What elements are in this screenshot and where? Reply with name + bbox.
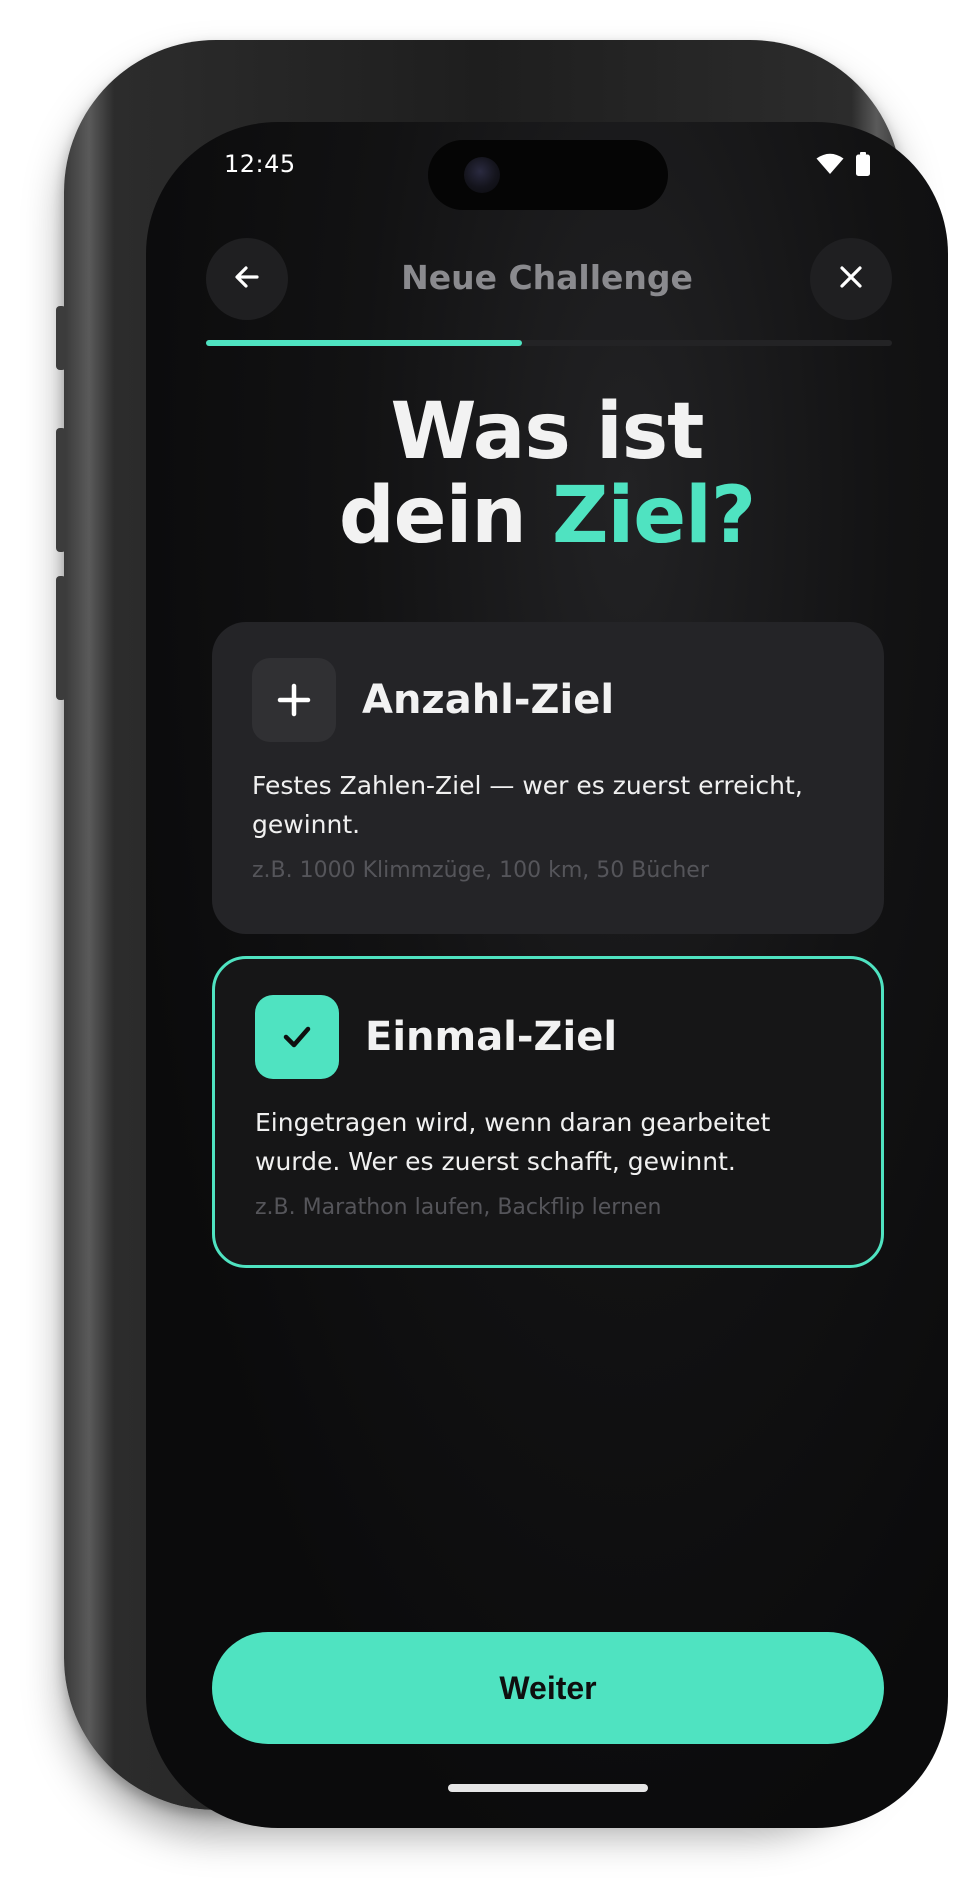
option-description: Festes Zahlen-Ziel — wer es zuerst errei…: [252, 771, 803, 839]
app-screen: 12:45 Neue Challenge Was ist dein Ziel? …: [146, 122, 948, 1828]
status-time: 12:45: [224, 150, 296, 178]
front-camera: [464, 157, 500, 193]
arrow-left-icon: [232, 262, 262, 296]
home-indicator[interactable]: [448, 1784, 648, 1792]
wifi-icon: [816, 153, 844, 179]
page-title: Neue Challenge: [401, 258, 693, 297]
status-icons: [816, 152, 870, 180]
option-card-einmal-ziel[interactable]: Einmal-Ziel Eingetragen wird, wenn daran…: [212, 956, 884, 1268]
dynamic-island: [428, 140, 668, 210]
volume-down-button: [56, 576, 66, 700]
close-button[interactable]: [810, 238, 892, 320]
option-title: Anzahl-Ziel: [362, 677, 615, 723]
progress-fill: [206, 340, 522, 346]
continue-button[interactable]: Weiter: [212, 1632, 884, 1744]
option-header: Einmal-Ziel: [255, 995, 841, 1079]
plus-icon: [252, 658, 336, 742]
headline: Was ist dein Ziel?: [146, 390, 948, 558]
action-button: [56, 306, 66, 370]
volume-up-button: [56, 428, 66, 552]
option-example: z.B. Marathon laufen, Backflip lernen: [255, 1195, 662, 1220]
phone-frame: 12:45 Neue Challenge Was ist dein Ziel? …: [56, 40, 948, 1828]
option-description: Eingetragen wird, wenn daran gearbeitet …: [255, 1108, 771, 1176]
close-icon: [838, 264, 864, 294]
option-title: Einmal-Ziel: [365, 1014, 618, 1060]
back-button[interactable]: [206, 238, 288, 320]
headline-accent: Ziel?: [551, 471, 756, 561]
check-icon: [255, 995, 339, 1079]
battery-icon: [856, 152, 870, 180]
option-header: Anzahl-Ziel: [252, 658, 844, 742]
option-example: z.B. 1000 Klimmzüge, 100 km, 50 Bücher: [252, 858, 709, 883]
headline-line-2: dein Ziel?: [146, 474, 948, 558]
headline-line-1: Was ist: [390, 387, 705, 477]
option-card-anzahl-ziel[interactable]: Anzahl-Ziel Festes Zahlen-Ziel — wer es …: [212, 622, 884, 934]
headline-prefix: dein: [338, 471, 552, 561]
progress-bar: [206, 340, 892, 346]
